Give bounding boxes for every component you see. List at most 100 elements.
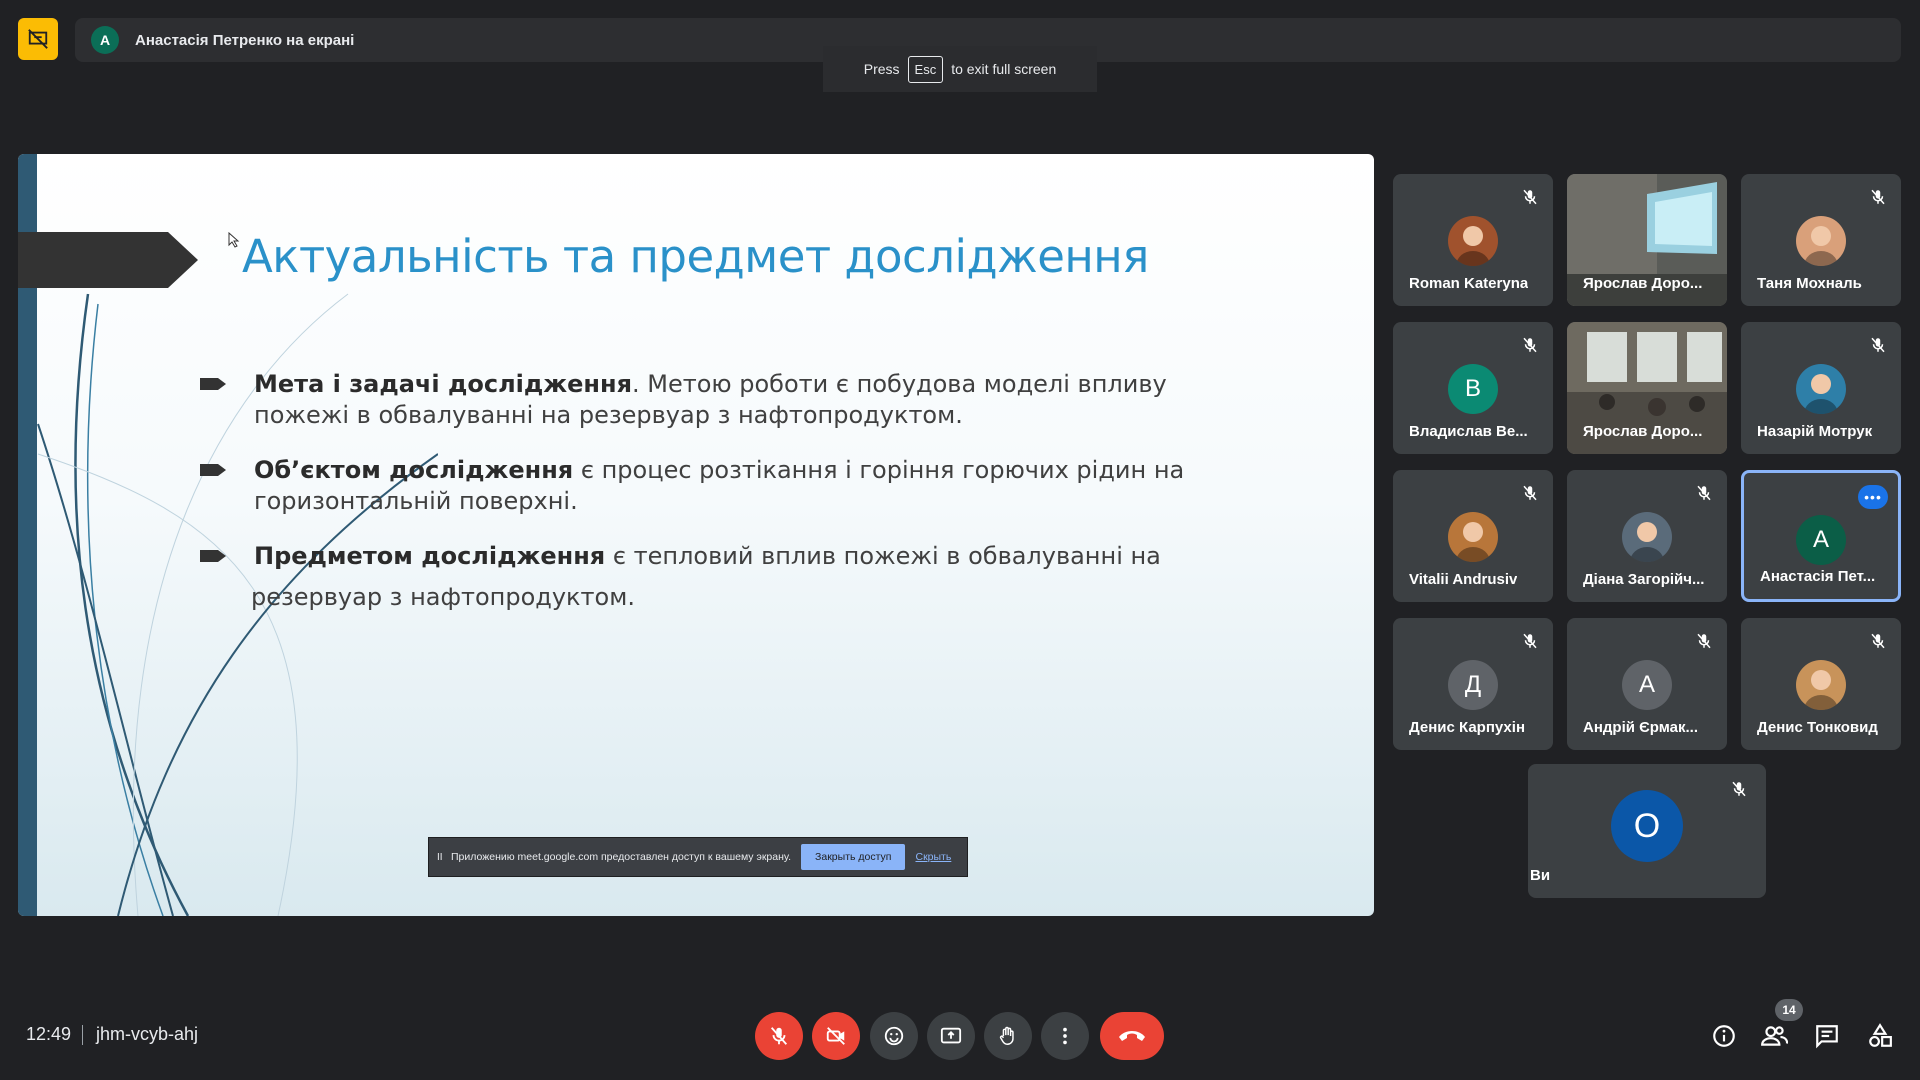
mic-off-icon: [1695, 484, 1713, 502]
participant-tile[interactable]: А ••• Анастасія Пет...: [1741, 470, 1901, 602]
participant-avatar: [1448, 512, 1498, 562]
arrow-bullet-icon: [200, 550, 226, 562]
participant-tile[interactable]: В Владислав Ве...: [1393, 322, 1553, 454]
participant-avatar: [1796, 660, 1846, 710]
participant-name: Назарій Мотрук: [1757, 423, 1873, 440]
slide-bullets: Мета і задачі дослідження. Метою роботи …: [200, 369, 1200, 637]
meeting-details-button[interactable]: [1706, 1018, 1742, 1054]
share-notice-text: Приложению meet.google.com предоставлен …: [451, 851, 792, 863]
esc-hint-suffix: to exit full screen: [951, 61, 1057, 77]
participant-name: Анастасія Пет...: [1760, 568, 1876, 585]
raise-hand-button[interactable]: [984, 1012, 1032, 1060]
mic-off-icon: [770, 1027, 788, 1045]
participant-avatar: Д: [1448, 660, 1498, 710]
fullscreen-hint: Press Esc to exit full screen: [823, 46, 1097, 92]
mic-off-icon: [1695, 632, 1713, 650]
mic-off-icon: [1869, 336, 1887, 354]
participant-name: Ярослав Доро...: [1583, 423, 1703, 440]
participant-tile[interactable]: Назарій Мотрук: [1741, 322, 1901, 454]
participant-tile[interactable]: А Андрій Єрмак...: [1567, 618, 1727, 750]
hide-notice-link[interactable]: Скрыть: [915, 851, 951, 863]
bullet-bold: Мета і задачі дослідження: [254, 370, 632, 398]
bullet-item: Об’єктом дослідження є процес розтікання…: [200, 455, 1200, 517]
mic-off-icon: [1521, 336, 1539, 354]
participant-tile[interactable]: Діана Загорійч...: [1567, 470, 1727, 602]
title-arrow-shape: [18, 232, 198, 288]
presentation-off-icon: [28, 29, 48, 49]
bullet-continuation: резервуар з нафтопродуктом.: [251, 583, 635, 611]
participant-avatar: В: [1448, 364, 1498, 414]
bullet-text: є тепловий вплив пожежі в обвалуванні на: [605, 542, 1161, 570]
bullet-item: Предметом дослідження є тепловий вплив п…: [200, 541, 1200, 613]
bullet-bold: Предметом дослідження: [254, 542, 606, 570]
more-vert-icon: [1063, 1027, 1067, 1045]
leave-call-button[interactable]: [1100, 1012, 1164, 1060]
emoji-icon: [884, 1026, 904, 1046]
participant-avatar: О: [1611, 790, 1683, 862]
mic-off-icon: [1521, 484, 1539, 502]
mic-off-icon: [1521, 188, 1539, 206]
participant-name: Денис Карпухін: [1409, 719, 1526, 736]
participant-avatar: А: [1796, 515, 1846, 565]
people-icon: [1761, 1026, 1788, 1046]
participant-name: Ви: [1530, 867, 1551, 884]
activities-button[interactable]: [1862, 1018, 1898, 1054]
participant-avatar: А: [1622, 660, 1672, 710]
participant-avatar: [1448, 216, 1498, 266]
participant-name: Владислав Ве...: [1409, 423, 1528, 440]
participant-tile[interactable]: Д Денис Карпухін: [1393, 618, 1553, 750]
participant-name: Vitalii Andrusiv: [1409, 571, 1518, 588]
people-count-badge: 14: [1775, 999, 1803, 1021]
mouse-cursor-icon: [228, 232, 240, 248]
present-now-button[interactable]: [927, 1012, 975, 1060]
screen-share-notice: II Приложению meet.google.com предоставл…: [428, 837, 968, 877]
esc-key: Esc: [907, 55, 944, 83]
slide-title: Актуальність та предмет дослідження: [242, 230, 1149, 283]
camera-off-icon: [826, 1027, 845, 1045]
chat-button[interactable]: [1809, 1018, 1845, 1054]
participant-tile[interactable]: Ярослав Доро...: [1567, 322, 1727, 454]
present-screen-icon: [940, 1027, 962, 1044]
reactions-button[interactable]: [870, 1012, 918, 1060]
hand-icon: [999, 1026, 1014, 1045]
arrow-bullet-icon: [200, 464, 226, 476]
participant-avatar: [1796, 216, 1846, 266]
participant-avatar: [1622, 512, 1672, 562]
participant-tile[interactable]: Vitalii Andrusiv: [1393, 470, 1553, 602]
participant-name: Ярослав Доро...: [1583, 275, 1703, 292]
more-options-button[interactable]: [1041, 1012, 1089, 1060]
esc-hint-press: Press: [863, 61, 900, 77]
participant-name: Діана Загорійч...: [1583, 571, 1705, 588]
hang-up-icon: [1119, 1031, 1145, 1041]
stop-sharing-button[interactable]: Закрыть доступ: [801, 844, 906, 870]
bullet-bold: Об’єктом дослідження: [254, 456, 574, 484]
shared-screen: Актуальність та предмет дослідження Мета…: [18, 154, 1374, 916]
participant-name: Roman Kateryna: [1409, 275, 1529, 292]
more-actions-icon[interactable]: •••: [1858, 485, 1888, 509]
participant-name: Денис Тонковид: [1757, 719, 1878, 736]
camera-off-button[interactable]: [812, 1012, 860, 1060]
participant-tile[interactable]: Roman Kateryna: [1393, 174, 1553, 306]
chat-icon: [1816, 1025, 1838, 1049]
mic-off-button[interactable]: [755, 1012, 803, 1060]
arrow-bullet-icon: [200, 378, 226, 390]
meeting-time: 12:49: [26, 1024, 72, 1044]
pin-presentation-button[interactable]: [18, 18, 58, 60]
meeting-code: jhm-vcyb-ahj: [96, 1024, 199, 1044]
participant-avatar: [1796, 364, 1846, 414]
participant-name: Андрій Єрмак...: [1583, 719, 1699, 736]
shapes-icon: [1869, 1023, 1892, 1047]
info-icon: [1713, 1025, 1735, 1047]
bullet-item: Мета і задачі дослідження. Метою роботи …: [200, 369, 1200, 431]
mic-off-icon: [1869, 632, 1887, 650]
participant-tile[interactable]: Ярослав Доро...: [1567, 174, 1727, 306]
divider: [82, 1025, 83, 1045]
participant-tile[interactable]: Таня Мохналь: [1741, 174, 1901, 306]
participant-tile[interactable]: Денис Тонковид: [1741, 618, 1901, 750]
pause-icon[interactable]: II: [437, 852, 445, 863]
presenter-avatar: А: [91, 26, 119, 54]
people-button[interactable]: [1756, 1018, 1792, 1054]
mic-off-icon: [1730, 780, 1748, 798]
participant-name: Таня Мохналь: [1757, 275, 1862, 292]
participant-tile[interactable]: О Ви: [1528, 764, 1766, 898]
